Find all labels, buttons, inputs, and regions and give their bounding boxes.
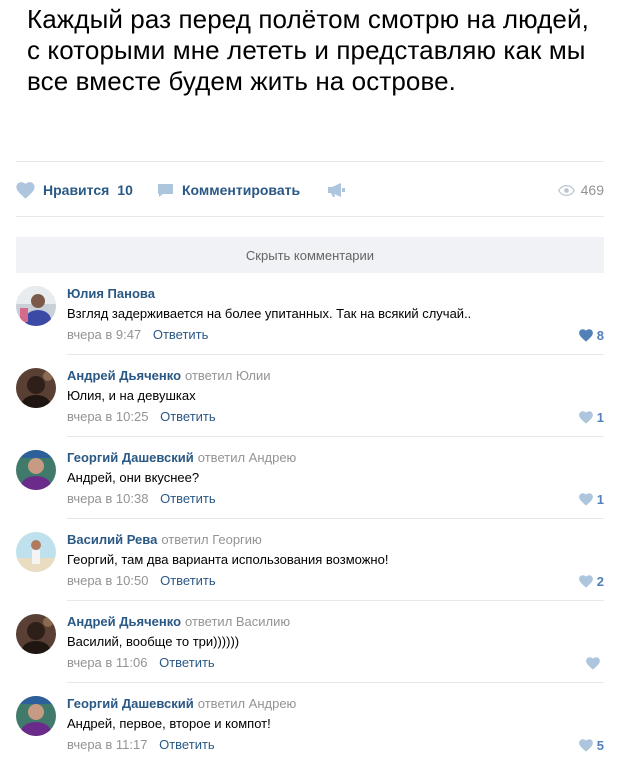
share-button[interactable]	[327, 176, 346, 204]
comment-text: Андрей, первое, второе и компот!	[67, 716, 271, 731]
avatar[interactable]	[16, 696, 56, 736]
comment-meta: вчера в 10:50 Ответить	[67, 573, 216, 588]
comment-like-button[interactable]: 8	[578, 327, 604, 344]
comment-divider	[67, 354, 604, 355]
post-divider	[16, 161, 604, 162]
hide-comments-label: Скрыть комментарии	[245, 247, 375, 263]
comment-header: Андрей Дьяченко ответил Василию	[67, 614, 290, 629]
avatar[interactable]	[16, 614, 56, 654]
like-count: 10	[117, 182, 133, 198]
comment-text: Георгий, там два варианта использования …	[67, 552, 389, 567]
comment-date[interactable]: вчера в 11:17	[67, 737, 147, 752]
comment-date[interactable]: вчера в 9:47	[67, 327, 141, 342]
heart-icon	[578, 329, 593, 342]
avatar[interactable]	[16, 368, 56, 408]
comment-item: Василий Рева ответил Георгию Георгий, там…	[16, 532, 604, 592]
actions-divider	[16, 216, 604, 217]
reply-link[interactable]: Ответить	[159, 655, 215, 670]
avatar[interactable]	[16, 286, 56, 326]
comment-meta: вчера в 9:47 Ответить	[67, 327, 208, 342]
comment-text: Юлия, и на девушках	[67, 388, 196, 403]
comment-meta: вчера в 11:06 Ответить	[67, 655, 215, 670]
post-text: Каждый раз перед полётом смотрю на людей…	[27, 4, 589, 96]
comment-header: Георгий Дашевский ответил Андрею	[67, 696, 296, 711]
megaphone-icon	[328, 183, 345, 197]
comment-like-count: 1	[596, 492, 604, 507]
hide-comments-button[interactable]: Скрыть комментарии	[16, 237, 604, 273]
heart-icon	[578, 575, 593, 588]
reply-link[interactable]: Ответить	[159, 737, 215, 752]
comment-like-button[interactable]: 5	[578, 737, 604, 754]
comment-meta: вчера в 11:17 Ответить	[67, 737, 215, 752]
comment-header: Андрей Дьяченко ответил Юлии	[67, 368, 271, 383]
comment-date[interactable]: вчера в 10:38	[67, 491, 148, 506]
reply-to-label[interactable]: ответил Андрею	[198, 696, 297, 711]
comment-author[interactable]: Андрей Дьяченко	[67, 614, 181, 629]
post-actions-bar: Нравится 10 Комментировать 469	[16, 176, 604, 204]
comment-item: Георгий Дашевский ответил Андрею Андрей, …	[16, 696, 604, 756]
comment-divider	[67, 436, 604, 437]
comment-meta: вчера в 10:38 Ответить	[67, 491, 216, 506]
comment-header: Юлия Панова	[67, 286, 155, 301]
views-counter: 469	[557, 176, 604, 204]
eye-icon	[557, 184, 575, 196]
avatar[interactable]	[16, 450, 56, 490]
avatar[interactable]	[16, 532, 56, 572]
post-page: Каждый раз перед полётом смотрю на людей…	[0, 0, 620, 769]
comment-bubble-icon	[158, 183, 173, 197]
comment-item: Юлия Панова Взгляд задерживается на боле…	[16, 286, 604, 346]
comment-button[interactable]: Комментировать	[157, 176, 300, 204]
comment-author[interactable]: Василий Рева	[67, 532, 157, 547]
comment-text: Андрей, они вкуснее?	[67, 470, 200, 485]
comment-author[interactable]: Георгий Дашевский	[67, 450, 194, 465]
comment-like-count: 8	[596, 328, 604, 343]
comment-like-count: 5	[596, 738, 604, 753]
comment-date[interactable]: вчера в 10:25	[67, 409, 148, 424]
comment-like-count: 1	[596, 410, 604, 425]
views-count: 469	[580, 182, 604, 198]
reply-link[interactable]: Ответить	[153, 327, 209, 342]
comment-divider	[67, 518, 604, 519]
comment-author[interactable]: Андрей Дьяченко	[67, 368, 181, 383]
comment-like-count: 2	[596, 574, 604, 589]
comment-like-button[interactable]	[586, 655, 604, 672]
reply-to-label[interactable]: ответил Василию	[185, 614, 290, 629]
comment-date[interactable]: вчера в 10:50	[67, 573, 148, 588]
reply-link[interactable]: Ответить	[160, 573, 216, 588]
comment-text: Взгляд задерживается на более упитанных.…	[67, 306, 472, 321]
heart-icon	[586, 657, 600, 670]
comment-divider	[67, 682, 604, 683]
heart-icon	[16, 181, 35, 199]
comment-divider	[67, 600, 604, 601]
comment-date[interactable]: вчера в 11:06	[67, 655, 147, 670]
heart-icon	[578, 739, 593, 752]
comment-text: Василий, вообще то три))))))	[67, 634, 240, 649]
like-label: Нравится	[43, 182, 110, 198]
comment-author[interactable]: Юлия Панова	[67, 286, 155, 301]
reply-link[interactable]: Ответить	[160, 409, 216, 424]
heart-icon	[578, 411, 593, 424]
reply-to-label[interactable]: ответил Георгию	[161, 532, 261, 547]
reply-link[interactable]: Ответить	[160, 491, 216, 506]
comment-like-button[interactable]: 1	[578, 491, 604, 508]
comment-like-button[interactable]: 1	[578, 409, 604, 426]
comment-item: Андрей Дьяченко ответил Василию Василий, …	[16, 614, 604, 674]
comment-label: Комментировать	[182, 182, 301, 198]
comment-like-button[interactable]: 2	[578, 573, 604, 590]
comment-header: Василий Рева ответил Георгию	[67, 532, 262, 547]
like-button[interactable]: Нравится 10	[16, 176, 133, 204]
comment-meta: вчера в 10:25 Ответить	[67, 409, 216, 424]
comment-item: Андрей Дьяченко ответил Юлии Юлия, и на д…	[16, 368, 604, 428]
comment-header: Георгий Дашевский ответил Андрею	[67, 450, 296, 465]
reply-to-label[interactable]: ответил Юлии	[185, 368, 271, 383]
comment-author[interactable]: Георгий Дашевский	[67, 696, 194, 711]
heart-icon	[578, 493, 593, 506]
comment-item: Георгий Дашевский ответил Андрею Андрей, …	[16, 450, 604, 510]
reply-to-label[interactable]: ответил Андрею	[198, 450, 297, 465]
